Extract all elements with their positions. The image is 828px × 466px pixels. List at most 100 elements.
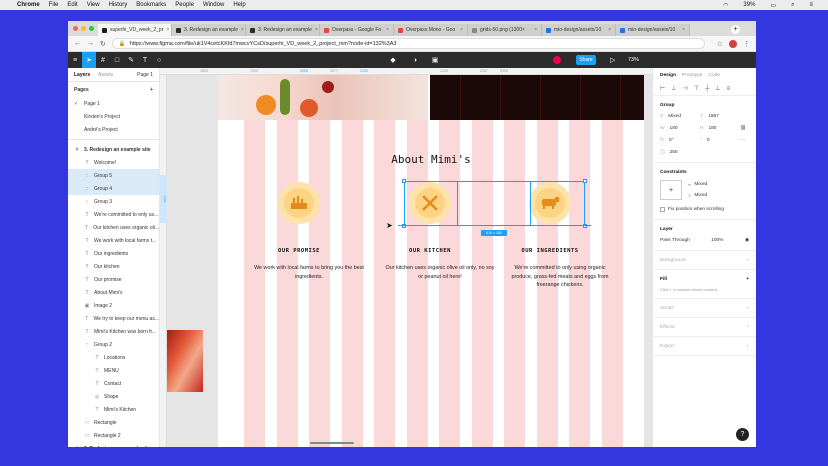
menu-view[interactable]: View bbox=[87, 2, 100, 8]
browser-tab[interactable]: 3. Redesign an example × bbox=[246, 24, 320, 36]
layer-item[interactable]: T We're committed to only us... bbox=[68, 208, 159, 221]
align-middle-icon[interactable]: ┼ bbox=[705, 86, 709, 92]
layer-item[interactable]: #3. Redesign an example site bbox=[68, 442, 159, 448]
address-bar[interactable]: 🔒 https://www.figma.com/file/uk1V4cetcKK… bbox=[111, 38, 705, 49]
width-field[interactable]: 180 bbox=[670, 126, 678, 131]
pen-tool-icon[interactable]: ✎ bbox=[124, 52, 138, 68]
share-button[interactable]: Share bbox=[576, 55, 596, 65]
canvas[interactable]: 1800 1900 2000 2077 2100 2200 2257 2300 1124 Ab… bbox=[160, 68, 652, 447]
menu-app[interactable]: Chrome bbox=[17, 2, 40, 8]
menu-file[interactable]: File bbox=[49, 2, 59, 8]
frame-tool-icon[interactable]: # bbox=[96, 52, 110, 68]
browser-tab[interactable]: mio-design/assets/10 × bbox=[542, 24, 616, 36]
align-left-icon[interactable]: ⊢ bbox=[660, 85, 665, 92]
new-tab-button[interactable]: + bbox=[731, 25, 740, 34]
present-icon[interactable]: ▷ bbox=[610, 56, 615, 64]
close-tab-icon[interactable]: × bbox=[386, 27, 389, 33]
layer-item[interactable]: :: Group 5 bbox=[68, 169, 159, 182]
close-tab-icon[interactable]: × bbox=[241, 27, 244, 33]
add-stroke-icon[interactable]: + bbox=[746, 306, 749, 311]
search-icon[interactable]: ⌕ bbox=[791, 2, 794, 9]
add-page-icon[interactable]: + bbox=[150, 87, 153, 93]
menu-window[interactable]: Window bbox=[203, 2, 224, 8]
layer-item[interactable]: T Our ingredients bbox=[68, 247, 159, 260]
page-item[interactable]: Kirsten's Project bbox=[68, 110, 159, 123]
rotation-field[interactable]: 0° bbox=[669, 138, 674, 143]
wifi-icon[interactable]: ◠ bbox=[723, 2, 728, 9]
menu-history[interactable]: History bbox=[109, 2, 128, 8]
menu-bookmarks[interactable]: Bookmarks bbox=[136, 2, 166, 8]
tab-design[interactable]: Design bbox=[660, 73, 676, 78]
layer-item[interactable]: T Mimi's Kitchen bbox=[68, 403, 159, 416]
y-field[interactable]: 1867 bbox=[708, 114, 719, 119]
resize-handle[interactable] bbox=[583, 179, 587, 183]
close-tab-icon[interactable]: × bbox=[166, 27, 169, 33]
page-item[interactable]: André's Project bbox=[68, 123, 159, 136]
add-export-icon[interactable]: + bbox=[746, 344, 749, 349]
page-item[interactable]: ✓ Page 1 bbox=[68, 97, 159, 110]
browser-tab[interactable]: mio-design/assets/10 × bbox=[616, 24, 690, 36]
align-right-icon[interactable]: ⊣ bbox=[682, 85, 687, 92]
layer-item[interactable]: T We work with local farms t... bbox=[68, 234, 159, 247]
menu-help[interactable]: Help bbox=[233, 2, 245, 8]
zoom-level[interactable]: 73% bbox=[628, 57, 639, 63]
add-background-icon[interactable]: + bbox=[746, 258, 749, 263]
menu-edit[interactable]: Edit bbox=[67, 2, 77, 8]
constrain-proportions-icon[interactable]: ⛓ bbox=[740, 126, 746, 131]
move-tool-icon[interactable]: ➤ bbox=[82, 52, 96, 68]
layer-item[interactable]: :: Group 3 bbox=[68, 195, 159, 208]
page-selector[interactable]: Page 1 bbox=[137, 72, 153, 78]
menu-icon[interactable]: ≡ bbox=[809, 2, 813, 8]
constraint-vertical[interactable]: Mixed bbox=[694, 193, 707, 198]
more-options-icon[interactable]: ⋯ bbox=[740, 138, 745, 143]
boolean-icon[interactable]: ▣ bbox=[428, 52, 442, 68]
help-button[interactable]: ? bbox=[736, 428, 749, 441]
extra-field[interactable]: 250 bbox=[670, 150, 678, 155]
layer-item[interactable]: □ Rectangle bbox=[68, 416, 159, 429]
design-frame[interactable]: About Mimi's 610 × 180 ➤ OUR PROMISE OUR… bbox=[218, 75, 644, 447]
align-bottom-icon[interactable]: ⊥ bbox=[715, 85, 720, 92]
layer-item[interactable]: :: Group 4 bbox=[68, 182, 159, 195]
star-icon[interactable]: ☆ bbox=[717, 40, 723, 48]
layer-item[interactable]: ◎ Shape bbox=[68, 390, 159, 403]
close-tab-icon[interactable]: × bbox=[460, 27, 463, 33]
visibility-icon[interactable]: ◉ bbox=[745, 238, 749, 243]
component-icon[interactable]: ◆ bbox=[386, 52, 400, 68]
browser-tab[interactable]: Overpass Mono - Goo × bbox=[394, 24, 468, 36]
comment-tool-icon[interactable]: ○ bbox=[152, 52, 166, 68]
close-window-icon[interactable] bbox=[73, 26, 78, 31]
layer-item[interactable]: T Mimi's Kitchen was born fr... bbox=[68, 325, 159, 338]
tab-assets[interactable]: Assets bbox=[98, 72, 113, 78]
layer-item[interactable]: T About Mimi's bbox=[68, 286, 159, 299]
mask-icon[interactable]: ◑ bbox=[408, 52, 422, 68]
blend-mode-select[interactable]: Pass Through bbox=[660, 238, 690, 243]
align-center-icon[interactable]: ⊥ bbox=[671, 85, 676, 92]
back-icon[interactable]: ← bbox=[74, 40, 81, 47]
align-top-icon[interactable]: ⊤ bbox=[694, 85, 699, 92]
shape-tool-icon[interactable]: □ bbox=[110, 52, 124, 68]
x-field[interactable]: Mixed bbox=[668, 114, 681, 119]
add-effect-icon[interactable]: + bbox=[746, 325, 749, 330]
layer-item[interactable]: :: Group 2 bbox=[68, 338, 159, 351]
fix-position-checkbox[interactable] bbox=[660, 207, 665, 212]
layer-item[interactable]: T Our promise bbox=[68, 273, 159, 286]
minimize-window-icon[interactable] bbox=[81, 26, 86, 31]
text-tool-icon[interactable]: T bbox=[138, 52, 152, 68]
layer-item[interactable]: T Welcome! bbox=[68, 156, 159, 169]
layer-item[interactable]: T MENU bbox=[68, 364, 159, 377]
battery-icon[interactable]: ▭ bbox=[770, 2, 776, 9]
radius-field[interactable]: 0 bbox=[707, 138, 710, 143]
figma-menu-icon[interactable]: ≡ bbox=[68, 52, 82, 68]
layer-item[interactable]: T Our kitchen bbox=[68, 260, 159, 273]
layer-item[interactable]: T Contact bbox=[68, 377, 159, 390]
layer-item[interactable]: T Locations bbox=[68, 351, 159, 364]
layer-item[interactable]: □ Rectangle 2 bbox=[68, 429, 159, 442]
constraint-widget[interactable]: + bbox=[660, 180, 682, 200]
add-fill-icon[interactable]: + bbox=[746, 277, 749, 282]
browser-tab[interactable]: 3. Redesign an example × bbox=[172, 24, 246, 36]
tab-prototype[interactable]: Prototype bbox=[682, 73, 703, 78]
avatar[interactable] bbox=[553, 56, 561, 64]
menu-people[interactable]: People bbox=[175, 2, 194, 8]
more-icon[interactable]: ⋮ bbox=[743, 40, 750, 48]
layer-item[interactable]: #3. Redesign an example site bbox=[68, 143, 159, 156]
